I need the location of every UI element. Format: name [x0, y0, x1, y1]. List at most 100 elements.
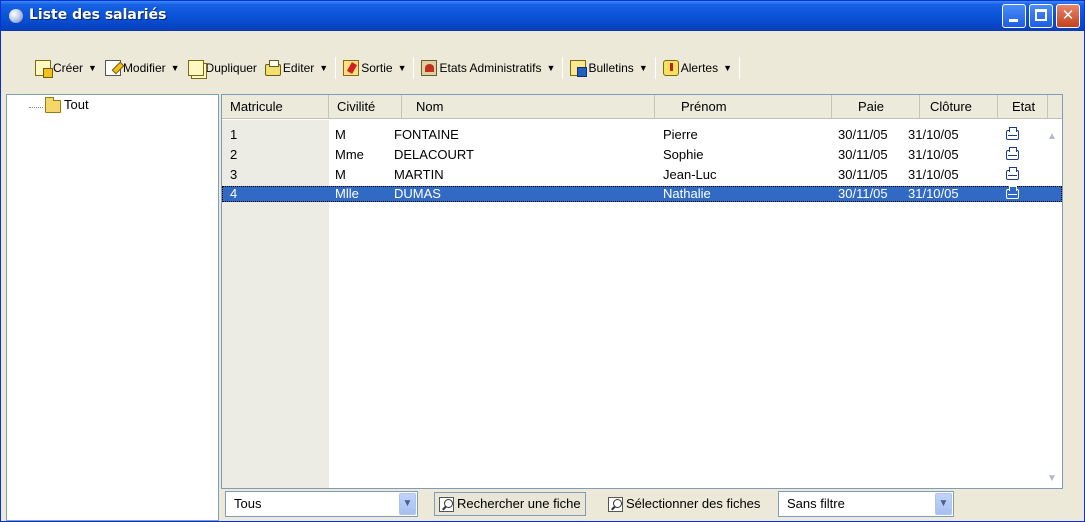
- folder-icon: [45, 97, 61, 113]
- column-header-nom[interactable]: Nom: [402, 95, 655, 119]
- admin-states-label: Etats Administratifs: [439, 61, 542, 75]
- cell-civilite: M: [335, 127, 346, 142]
- duplicate-label: Dupliquer: [205, 61, 257, 75]
- create-button[interactable]: Créer ▼: [31, 57, 101, 79]
- filter-select[interactable]: Sans filtre ▼: [778, 491, 954, 517]
- chevron-down-icon[interactable]: ▼: [639, 63, 648, 73]
- printer-icon: [1006, 147, 1019, 160]
- output-button[interactable]: Sortie ▼: [339, 57, 410, 79]
- edit-label: Editer: [282, 61, 315, 75]
- cell-civilite: Mlle: [335, 186, 359, 201]
- table-row[interactable]: 1 M FONTAINE Pierre 30/11/05 31/10/05: [222, 127, 1062, 143]
- cell-paie: 30/11/05: [838, 147, 888, 162]
- search-record-label: Rechercher une fiche: [457, 496, 581, 511]
- column-header-cloture[interactable]: Clôture: [920, 95, 998, 119]
- chevron-down-icon[interactable]: ▼: [398, 63, 407, 73]
- table-row[interactable]: 2 Mme DELACOURT Sophie 30/11/05 31/10/05: [222, 147, 1062, 163]
- column-header-etat[interactable]: Etat: [998, 95, 1048, 119]
- new-record-icon: [35, 60, 53, 78]
- app-icon: [9, 9, 23, 23]
- column-header-paie[interactable]: Paie: [832, 95, 920, 119]
- payslip-icon: [570, 60, 588, 77]
- cell-matricule: 3: [230, 167, 238, 182]
- cell-matricule: 2: [230, 147, 238, 162]
- chevron-down-icon[interactable]: ▼: [319, 63, 328, 73]
- toolbar-separator: [562, 57, 564, 79]
- table-row[interactable]: 3 M MARTIN Jean-Luc 30/11/05 31/10/05: [222, 167, 1062, 183]
- chevron-down-icon[interactable]: ▼: [399, 493, 416, 515]
- chevron-down-icon[interactable]: ▼: [935, 493, 952, 515]
- chevron-down-icon[interactable]: ▼: [88, 63, 97, 73]
- admin-states-button[interactable]: Etats Administratifs ▼: [417, 57, 559, 79]
- toolbar-separator: [739, 57, 741, 79]
- table-row-selected[interactable]: 4 Mlle DUMAS Nathalie 30/11/05 31/10/05: [222, 186, 1062, 202]
- tree-connector: [29, 107, 43, 108]
- search-icon: [439, 496, 454, 512]
- scroll-up-icon[interactable]: ▲: [1044, 129, 1060, 145]
- cell-paie: 30/11/05: [838, 167, 888, 182]
- maximize-icon: [1035, 9, 1047, 21]
- column-header-matricule[interactable]: Matricule: [222, 95, 329, 119]
- employee-list-window: Liste des salariés ✕ Créer ▼ Modifier ▼: [0, 0, 1085, 522]
- chevron-down-icon[interactable]: ▼: [547, 63, 556, 73]
- edit-record-icon: [104, 60, 121, 76]
- maximize-button[interactable]: [1029, 4, 1053, 28]
- cell-civilite: M: [335, 167, 346, 182]
- cell-prenom: Sophie: [663, 147, 704, 162]
- alerts-button[interactable]: Alertes ▼: [659, 57, 736, 79]
- toolbar-separator: [413, 57, 415, 79]
- cell-cloture: 31/10/05: [908, 147, 959, 162]
- select-records-label: Sélectionner des fiches: [626, 496, 761, 511]
- select-records-button[interactable]: Sélectionner des fiches: [604, 492, 764, 516]
- toolbar-separator: [335, 57, 337, 79]
- filter-select-value: Sans filtre: [787, 496, 845, 511]
- cell-civilite: Mme: [335, 147, 364, 162]
- category-tree: Tout: [6, 94, 219, 521]
- printer-icon: [1006, 127, 1019, 140]
- output-label: Sortie: [361, 61, 393, 75]
- search-record-button[interactable]: Rechercher une fiche: [434, 492, 586, 516]
- duplicate-button[interactable]: Dupliquer: [184, 57, 261, 79]
- cell-prenom: Jean-Luc: [663, 167, 717, 182]
- cell-cloture: 31/10/05: [908, 186, 959, 201]
- printer-icon: [1006, 167, 1019, 180]
- bottom-bar: Tous ▼ Rechercher une fiche Sélectionner…: [221, 491, 1084, 521]
- payslips-button[interactable]: Bulletins ▼: [566, 57, 651, 79]
- printer-icon: [264, 59, 281, 76]
- column-header-civilite[interactable]: Civilité: [329, 95, 402, 119]
- tree-node-all[interactable]: Tout: [64, 97, 89, 112]
- window-title: Liste des salariés: [29, 7, 167, 23]
- alert-icon: [662, 60, 679, 76]
- printer-icon: [1006, 186, 1019, 199]
- cell-prenom: Nathalie: [663, 186, 711, 201]
- minimize-icon: [1009, 19, 1018, 22]
- modify-button[interactable]: Modifier ▼: [101, 57, 184, 79]
- cell-paie: 30/11/05: [838, 186, 888, 201]
- scroll-down-icon[interactable]: ▼: [1044, 471, 1060, 487]
- scope-select[interactable]: Tous ▼: [225, 491, 418, 517]
- table-header: Matricule Civilité Nom Prénom Paie Clôtu…: [222, 95, 1062, 119]
- toolbar-row: Créer ▼ Modifier ▼ Dupliquer Editer ▼ So…: [31, 57, 743, 79]
- minimize-button[interactable]: [1002, 4, 1026, 28]
- modify-label: Modifier: [122, 61, 166, 75]
- close-icon: ✕: [1061, 7, 1075, 24]
- cell-nom: DELACOURT: [394, 147, 474, 162]
- payslips-label: Bulletins: [588, 61, 634, 75]
- cell-nom: MARTIN: [394, 167, 444, 182]
- edit-button[interactable]: Editer ▼: [261, 57, 332, 79]
- cell-cloture: 31/10/05: [908, 127, 959, 142]
- toolbar: Créer ▼ Modifier ▼ Dupliquer Editer ▼ So…: [1, 32, 1084, 94]
- cell-matricule: 4: [230, 186, 238, 201]
- toolbar-separator: [654, 57, 656, 79]
- alerts-label: Alertes: [680, 61, 719, 75]
- chevron-down-icon[interactable]: ▼: [723, 63, 732, 73]
- column-header-prenom[interactable]: Prénom: [655, 95, 832, 119]
- duplicate-icon: [187, 60, 204, 76]
- close-button[interactable]: ✕: [1056, 4, 1080, 28]
- cell-matricule: 1: [230, 127, 238, 142]
- admin-report-icon: [421, 60, 438, 76]
- export-icon: [343, 60, 360, 76]
- cell-nom: DUMAS: [394, 186, 441, 201]
- title-bar[interactable]: Liste des salariés ✕: [1, 1, 1084, 31]
- chevron-down-icon[interactable]: ▼: [171, 63, 180, 73]
